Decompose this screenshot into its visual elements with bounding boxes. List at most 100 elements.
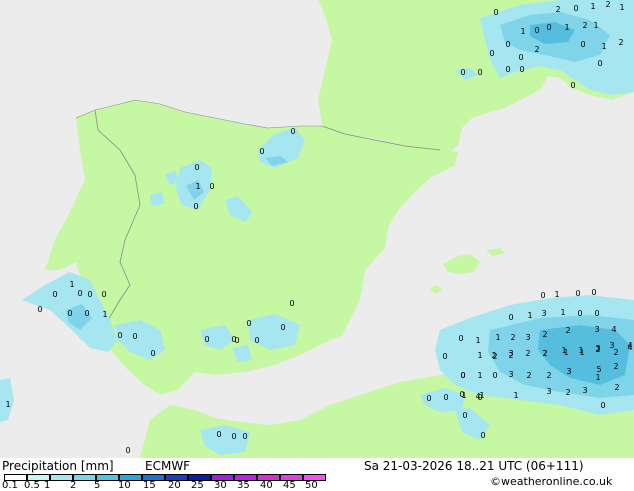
precip-value-label: 1: [578, 346, 583, 355]
precip-value-label: 1: [195, 182, 200, 191]
precip-value-label: 1: [554, 290, 559, 299]
precip-value-label: 1: [601, 42, 606, 51]
precip-value-label: 3: [582, 386, 587, 395]
precip-value-label: 0: [594, 309, 599, 318]
precip-value-label: 0: [462, 411, 467, 420]
colorbar-tick-label: 15: [143, 480, 156, 491]
precip-value-label: 1: [513, 391, 518, 400]
precip-value-label: 0: [209, 182, 214, 191]
precip-value-label: 0: [67, 309, 72, 318]
precip-value-label: 0: [493, 8, 498, 17]
precip-value-label: 0: [519, 65, 524, 74]
precip-value-label: 1: [595, 373, 600, 382]
precip-value-label: 0: [458, 334, 463, 343]
colorbar-tick-label: 45: [283, 480, 296, 491]
precip-value-label: 0: [508, 313, 513, 322]
colorbar-tick-label: 40: [260, 480, 273, 491]
precip-value-label: 3: [541, 309, 546, 318]
map-canvas: 0 2 0 1 2 11 0 0 1 2 1020 1 20 00 00 0000001 0000010 0 00 0…: [0, 0, 634, 458]
precip-value-label: 2: [508, 351, 513, 360]
precip-value-label: 2: [534, 45, 539, 54]
precip-value-label: 2: [525, 349, 530, 358]
precip-value-label: 0: [37, 305, 42, 314]
precip-value-label: 3: [566, 367, 571, 376]
precip-value-label: 2: [526, 371, 531, 380]
precip-value-label: 2: [613, 348, 618, 357]
precip-value-label: 3: [594, 325, 599, 334]
precip-value-label: 0: [289, 299, 294, 308]
precip-value-label: 0: [443, 393, 448, 402]
precip-value-label: 1: [69, 280, 74, 289]
legend-title: Precipitation [mm]: [2, 459, 114, 473]
precip-value-label: 2: [613, 362, 618, 371]
colorbar-tick-label: 10: [118, 480, 131, 491]
precip-value-label: 0: [246, 319, 251, 328]
precip-value-label: 0: [101, 290, 106, 299]
legend-footer: Precipitation [mm] ECMWF Sa 21-03-2026 1…: [0, 458, 634, 491]
precip-value-label: 3: [508, 370, 513, 379]
precip-value-label: 0: [505, 40, 510, 49]
precip-value-label: 0: [132, 332, 137, 341]
precip-value-label: 0: [280, 323, 285, 332]
precip-value-label: 2: [555, 5, 560, 14]
precip-value-label: 1: [102, 310, 107, 319]
precip-value-label: 2: [510, 333, 515, 342]
precip-value-label: 0: [460, 371, 465, 380]
precip-value-label: 0: [597, 59, 602, 68]
precip-value-label: 1: [560, 308, 565, 317]
colorbar-tick-label: 25: [191, 480, 204, 491]
colorbar-tick-label: 30: [214, 480, 227, 491]
colorbar-tick-label: 50: [305, 480, 318, 491]
precip-value-label: 0: [194, 163, 199, 172]
precip-value-label: 0: [591, 288, 596, 297]
precip-value-label: 4: [627, 341, 632, 350]
precip-value-label: 2: [492, 352, 497, 361]
precip-value-label: 0: [505, 65, 510, 74]
precip-value-label: 1: [475, 336, 480, 345]
precip-value-label: 0: [460, 68, 465, 77]
precip-value-label: 0: [254, 336, 259, 345]
credit-link[interactable]: ©weatheronline.co.uk: [490, 475, 612, 488]
precip-value-label: 0: [540, 291, 545, 300]
colorbar-tick-label: 2: [70, 480, 77, 491]
precip-value-label: 0: [87, 290, 92, 299]
precip-value-label: 0: [489, 49, 494, 58]
precip-value-label: 0: [125, 446, 130, 455]
precip-value-label: 0: [570, 81, 575, 90]
precip-value-label: 0: [193, 202, 198, 211]
precip-value-label: 1: [495, 333, 500, 342]
precip-value-label: 2: [565, 388, 570, 397]
precip-value-label: 4: [611, 325, 616, 334]
precip-value-label: 2: [565, 326, 570, 335]
colorbar: [4, 474, 326, 481]
precip-value-label: 1: [619, 3, 624, 12]
precip-value-label: 0: [600, 401, 605, 410]
precip-value-label: 2: [614, 383, 619, 392]
precip-value-label: 1: [561, 346, 566, 355]
precip-value-label: 0: [259, 147, 264, 156]
precip-value-label: 2: [542, 349, 547, 358]
precip-value-label: 0: [580, 40, 585, 49]
precip-value-label: 0: [477, 393, 482, 402]
colorbar-tick-label: 0.5: [24, 480, 40, 491]
precip-value-label: 2: [618, 38, 623, 47]
model-name: ECMWF: [145, 459, 191, 473]
precip-value-label: 0: [546, 23, 551, 32]
precip-value-label: 3: [546, 387, 551, 396]
precip-value-label: 0: [150, 349, 155, 358]
precip-value-label: 2: [542, 330, 547, 339]
precip-value-label: 0: [442, 352, 447, 361]
precip-value-label: 0: [534, 26, 539, 35]
precip-value-label: 0: [492, 371, 497, 380]
precip-value-label: 0: [480, 431, 485, 440]
precip-value-label: 0: [518, 53, 523, 62]
precip-value-label: 0: [242, 432, 247, 441]
precip-value-label: 0: [77, 289, 82, 298]
precip-value-label: 1: [477, 351, 482, 360]
precipitation-map[interactable]: 0201211001210201200000000000100000100000…: [0, 0, 634, 458]
precip-value-label: 0: [577, 309, 582, 318]
valid-datetime: Sa 21-03-2026 18..21 UTC (06+111): [364, 459, 584, 473]
precip-value-label: 1: [593, 21, 598, 30]
colorbar-swatch: [73, 474, 96, 481]
precip-value-label: 2: [595, 345, 600, 354]
